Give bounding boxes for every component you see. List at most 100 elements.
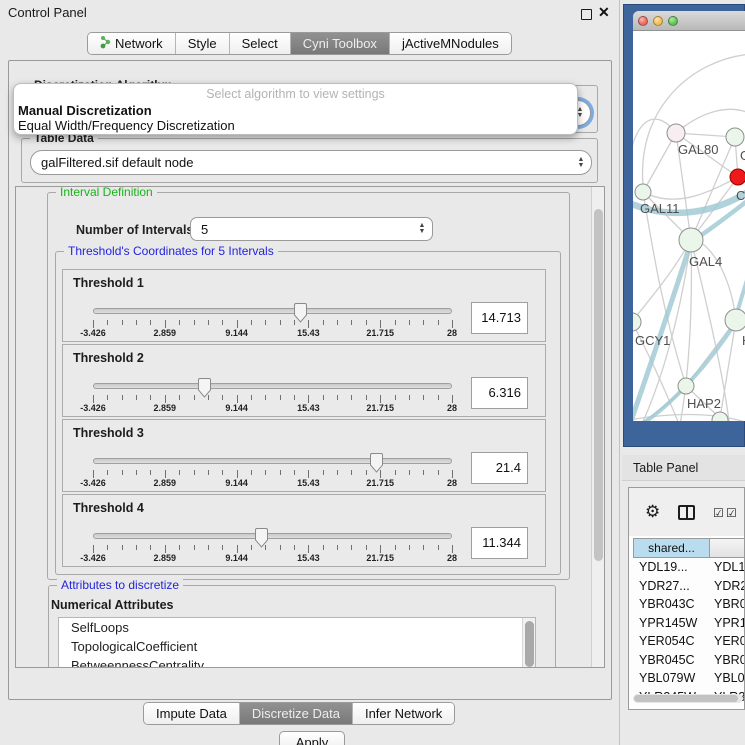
table-row[interactable]: YPR145WYPR1 bbox=[633, 614, 745, 633]
cell[interactable]: YBL0 bbox=[710, 669, 745, 688]
tick-mark bbox=[208, 545, 209, 550]
cell[interactable]: YIL0 bbox=[710, 706, 745, 710]
columns-icon[interactable] bbox=[678, 505, 695, 520]
combo-stepper-icon[interactable]: ▲▼ bbox=[416, 223, 432, 235]
zoom-button[interactable] bbox=[668, 16, 678, 26]
cell[interactable]: YBL079W bbox=[633, 669, 710, 688]
close-button[interactable] bbox=[638, 16, 648, 26]
table-row[interactable]: YBL079WYBL0 bbox=[633, 669, 745, 688]
tick-mark bbox=[366, 470, 367, 475]
table-data-combobox[interactable]: galFiltered.sif default node ▲▼ bbox=[30, 150, 592, 175]
cell[interactable]: YBR0 bbox=[710, 651, 745, 670]
node-gal4[interactable] bbox=[679, 228, 703, 252]
slider-thumb[interactable] bbox=[254, 528, 269, 553]
tick-mark bbox=[351, 395, 352, 400]
network-window-titlebar[interactable] bbox=[633, 11, 745, 31]
slider-thumb[interactable] bbox=[369, 453, 384, 478]
node-gal80[interactable] bbox=[667, 124, 685, 142]
tick-mark bbox=[265, 470, 266, 475]
slider-track[interactable] bbox=[93, 533, 452, 539]
network-edge[interactable] bbox=[633, 240, 691, 322]
dropdown-option-manual-discretization[interactable]: Manual Discretization bbox=[18, 103, 152, 118]
tab-style[interactable]: Style bbox=[176, 33, 230, 54]
cell[interactable]: YDL19... bbox=[633, 558, 710, 577]
apply-button[interactable]: Apply bbox=[279, 731, 345, 745]
list-item[interactable]: TopologicalCoefficient bbox=[59, 637, 535, 656]
dropdown-hint: Select algorithm to view settings bbox=[14, 87, 577, 101]
table-row[interactable]: YIL052CYIL0 bbox=[633, 706, 745, 710]
cell[interactable]: YPR145W bbox=[633, 614, 710, 633]
tick-mark bbox=[93, 320, 94, 328]
tick-mark bbox=[165, 395, 166, 403]
tick-mark bbox=[409, 395, 410, 400]
node-rednode[interactable] bbox=[730, 169, 745, 185]
table-row[interactable]: YBR043CYBR0 bbox=[633, 595, 745, 614]
gear-icon[interactable]: ⚙ bbox=[645, 502, 660, 522]
slider-track[interactable] bbox=[93, 383, 452, 389]
list-scrollbar[interactable] bbox=[522, 618, 535, 668]
threshold-value-field[interactable]: 21.4 bbox=[471, 452, 528, 484]
cell[interactable]: YBR045C bbox=[633, 651, 710, 670]
tab-cyni-toolbox[interactable]: Cyni Toolbox bbox=[291, 33, 390, 54]
node-gal11[interactable] bbox=[635, 184, 651, 200]
tab-infer-network[interactable]: Infer Network bbox=[353, 703, 454, 724]
table-panel-titlebar: Table Panel bbox=[622, 455, 745, 481]
slider-thumb[interactable] bbox=[293, 303, 308, 328]
table-row[interactable]: YDL19...YDL1 bbox=[633, 558, 745, 577]
node-hap2[interactable] bbox=[678, 378, 694, 394]
tick-mark bbox=[179, 545, 180, 550]
node-label-hap2: HAP2 bbox=[687, 396, 721, 411]
cell[interactable]: YDL1 bbox=[710, 558, 745, 577]
table-toolbar: ⚙ ☑ ☑ bbox=[629, 488, 744, 536]
column-header[interactable]: na bbox=[710, 539, 745, 557]
cell[interactable]: YBR043C bbox=[633, 595, 710, 614]
cell[interactable]: YDR2 bbox=[710, 577, 745, 596]
checkbox-icon[interactable]: ☑ bbox=[726, 506, 737, 520]
tab-select[interactable]: Select bbox=[230, 33, 291, 54]
network-edge[interactable] bbox=[643, 133, 676, 192]
cell[interactable]: YPR1 bbox=[710, 614, 745, 633]
number-of-intervals-combobox[interactable]: 5 ▲▼ bbox=[190, 217, 433, 241]
minimize-button[interactable] bbox=[653, 16, 663, 26]
slider-track[interactable] bbox=[93, 458, 452, 464]
cyni-toolbox-content: Discretization Algorithm ▲▼ Select algor… bbox=[8, 60, 612, 700]
threshold-value-field[interactable]: 6.316 bbox=[471, 377, 528, 409]
dropdown-option-equal-width-frequency-discretization[interactable]: Equal Width/Frequency Discretization bbox=[18, 118, 235, 133]
panel-scrollbar[interactable] bbox=[591, 187, 604, 667]
float-window-icon[interactable] bbox=[581, 9, 592, 20]
list-item[interactable]: SelfLoops bbox=[59, 618, 535, 637]
table-row[interactable]: YDR27...YDR2 bbox=[633, 577, 745, 596]
table-row[interactable]: YER054CYER0 bbox=[633, 632, 745, 651]
tick-mark bbox=[251, 470, 252, 475]
slider-thumb[interactable] bbox=[197, 378, 212, 403]
node-hnode[interactable] bbox=[725, 309, 745, 331]
network-canvas[interactable]: GAL80GACGAL11GAL4GCY1HHAP2 bbox=[633, 32, 745, 421]
slider-track[interactable] bbox=[93, 308, 452, 314]
node-gcy1[interactable] bbox=[633, 313, 641, 331]
numerical-attributes-list[interactable]: SelfLoopsTopologicalCoefficientBetweenne… bbox=[58, 617, 536, 668]
tab-label: Network bbox=[115, 36, 163, 51]
threshold-value-field[interactable]: 14.713 bbox=[471, 302, 528, 334]
cell[interactable]: YBR0 bbox=[710, 595, 745, 614]
column-header[interactable]: shared... bbox=[634, 539, 710, 557]
cell[interactable]: YIL052C bbox=[633, 706, 710, 710]
tab-jactivemnodules[interactable]: jActiveMNodules bbox=[390, 33, 511, 54]
network-edge[interactable] bbox=[633, 242, 691, 421]
combo-stepper-icon[interactable]: ▲▼ bbox=[575, 157, 591, 169]
cell[interactable]: YDR27... bbox=[633, 577, 710, 596]
node-topright[interactable] bbox=[726, 128, 744, 146]
table-row[interactable]: YBR045CYBR0 bbox=[633, 651, 745, 670]
checkbox-icon[interactable]: ☑ bbox=[713, 506, 724, 520]
tab-label: jActiveMNodules bbox=[402, 36, 499, 51]
network-window[interactable]: GAL80GACGAL11GAL4GCY1HHAP2 bbox=[633, 11, 745, 421]
table-hscrollbar[interactable] bbox=[633, 694, 743, 703]
tab-network[interactable]: Network bbox=[88, 33, 176, 54]
cell[interactable]: YER054C bbox=[633, 632, 710, 651]
tab-discretize-data[interactable]: Discretize Data bbox=[240, 703, 353, 724]
threshold-value-field[interactable]: 11.344 bbox=[471, 527, 528, 559]
close-icon[interactable]: ✕ bbox=[598, 4, 610, 21]
cell[interactable]: YER0 bbox=[710, 632, 745, 651]
tab-impute-data[interactable]: Impute Data bbox=[144, 703, 240, 724]
list-item[interactable]: BetweennessCentrality bbox=[59, 656, 535, 668]
tick-mark bbox=[323, 395, 324, 400]
